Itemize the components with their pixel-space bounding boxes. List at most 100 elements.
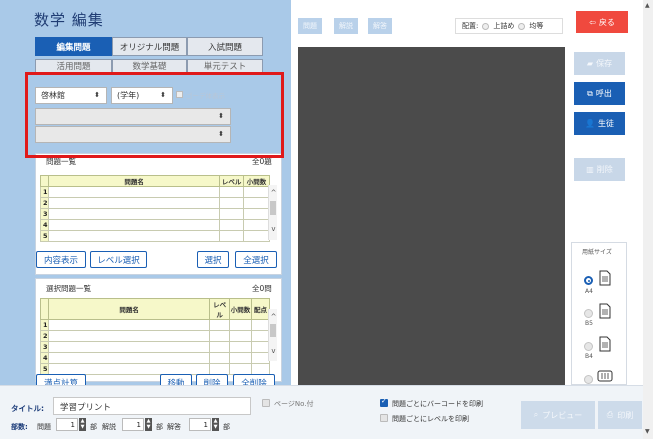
table-row[interactable]: 2 bbox=[40, 197, 270, 209]
select-button[interactable]: 選択 bbox=[197, 251, 229, 268]
student-button[interactable]: 👤 生徒 bbox=[574, 112, 625, 135]
paper-b4-radio[interactable] bbox=[584, 342, 593, 351]
page-scrollbar[interactable]: ▲ ▼ bbox=[643, 0, 653, 439]
load-button[interactable]: ⧉ 呼出 bbox=[574, 82, 625, 105]
document-icon bbox=[599, 336, 611, 352]
table-row[interactable]: 1 bbox=[40, 186, 270, 198]
scroll-up-icon[interactable]: ^ bbox=[269, 313, 278, 321]
tab-unit-test[interactable]: 単元テスト bbox=[187, 59, 263, 73]
user-icon: 👤 bbox=[585, 119, 595, 128]
tab-math-basics[interactable]: 数学基礎 bbox=[112, 59, 187, 73]
select-all-button[interactable]: 全選択 bbox=[235, 251, 277, 268]
column-header: 問題名 bbox=[47, 298, 211, 320]
problem-list-table: 問題名 レベル 小問数 1 2 3 4 5 bbox=[40, 175, 270, 242]
selected-list-table: 問題名 レベル 小問数 配点 1 2 3 4 5 bbox=[40, 298, 270, 375]
column-header: 配点 bbox=[251, 298, 270, 320]
paper-b5-label: B5 bbox=[585, 320, 593, 327]
problem-list-scrollbar[interactable]: ^ v bbox=[268, 185, 277, 240]
tab-practical-problems[interactable]: 活用問題 bbox=[35, 59, 112, 73]
paper-landscape-radio[interactable] bbox=[584, 375, 593, 384]
back-button-label: 戻る bbox=[598, 17, 615, 27]
table-row[interactable]: 3 bbox=[40, 208, 270, 220]
delete-side-button[interactable]: ▥ 削除 bbox=[574, 158, 625, 181]
layout-even-radio[interactable] bbox=[518, 22, 526, 30]
back-button[interactable]: ⇦ 戻る bbox=[576, 11, 628, 33]
layout-top-radio[interactable] bbox=[482, 22, 490, 30]
selected-list-count: 全0問 bbox=[252, 284, 272, 293]
scroll-up-icon[interactable]: ^ bbox=[269, 189, 278, 197]
row-number: 1 bbox=[40, 186, 49, 198]
problem-copies-stepper[interactable]: ▲ ▼ bbox=[79, 418, 86, 431]
scroll-down-icon[interactable]: v bbox=[269, 347, 278, 355]
scroll-down-icon[interactable]: ▼ bbox=[645, 428, 650, 435]
scroll-thumb[interactable] bbox=[270, 201, 276, 215]
table-row[interactable]: 2 bbox=[40, 330, 270, 342]
table-row[interactable]: 3 bbox=[40, 341, 270, 353]
tab-entrance-problems[interactable]: 入試問題 bbox=[187, 37, 263, 56]
document-icon bbox=[599, 303, 611, 319]
scroll-up-icon[interactable]: ▲ bbox=[645, 2, 650, 9]
save-icon: ▰ bbox=[586, 59, 594, 68]
row-number: 2 bbox=[40, 330, 49, 342]
paper-a4-radio[interactable] bbox=[584, 276, 593, 285]
landscape-document-icon bbox=[597, 370, 613, 382]
preview-area bbox=[298, 47, 565, 385]
table-row[interactable]: 4 bbox=[40, 352, 270, 364]
problem-copies-input[interactable]: 1 bbox=[56, 418, 78, 431]
paper-b5-radio[interactable] bbox=[584, 309, 593, 318]
copies-label: 部数: bbox=[11, 423, 28, 431]
level-print-checkbox[interactable] bbox=[380, 414, 388, 422]
answer-copies-input[interactable]: 1 bbox=[189, 418, 211, 431]
layout-options: 配置: 上詰め 均等 bbox=[455, 18, 563, 34]
content-display-button[interactable]: 内容表示 bbox=[36, 251, 86, 268]
page-no-label: ページNo.付 bbox=[274, 400, 314, 408]
paper-a4-label: A4 bbox=[585, 288, 593, 295]
column-header: 小問数 bbox=[229, 298, 253, 320]
table-row[interactable]: 5 bbox=[40, 363, 270, 375]
column-header: レベル bbox=[209, 298, 231, 320]
explanation-copies-label: 解説 bbox=[102, 423, 116, 431]
view-answer-button[interactable]: 解答 bbox=[368, 18, 392, 34]
tab-edit-problems[interactable]: 編集問題 bbox=[35, 37, 112, 56]
row-number: 5 bbox=[40, 363, 49, 375]
title-label: タイトル: bbox=[11, 404, 44, 413]
title-input[interactable]: 学習プリント bbox=[53, 397, 251, 415]
explanation-copies-input[interactable]: 1 bbox=[122, 418, 144, 431]
scroll-thumb[interactable] bbox=[270, 324, 276, 337]
paper-b4-label: B4 bbox=[585, 353, 593, 360]
view-explanation-button[interactable]: 解説 bbox=[334, 18, 358, 34]
table-row[interactable]: 5 bbox=[40, 230, 270, 242]
save-button[interactable]: ▰ 保存 bbox=[574, 52, 625, 75]
unit-label: 部 bbox=[156, 423, 163, 431]
page-no-checkbox[interactable] bbox=[262, 399, 270, 407]
back-icon: ⇦ bbox=[589, 17, 596, 27]
barcode-checkbox[interactable] bbox=[380, 397, 388, 407]
layout-label: 配置: bbox=[462, 22, 479, 30]
unit-label: 部 bbox=[223, 423, 230, 431]
table-row[interactable]: 4 bbox=[40, 219, 270, 231]
selected-list-scrollbar[interactable]: ^ v bbox=[268, 309, 277, 361]
layout-even-label: 均等 bbox=[529, 22, 544, 30]
save-button-label: 保存 bbox=[596, 59, 613, 68]
preview-button[interactable]: ⌕ プレビュー bbox=[521, 401, 595, 429]
answer-copies-stepper[interactable]: ▲ ▼ bbox=[212, 418, 219, 431]
view-problem-button[interactable]: 問題 bbox=[298, 18, 322, 34]
selected-list-title: 選択問題一覧 bbox=[46, 284, 91, 293]
answer-copies-label: 解答 bbox=[167, 423, 181, 431]
tab-original-problems[interactable]: オリジナル問題 bbox=[112, 37, 187, 56]
problem-copies-label: 問題 bbox=[37, 423, 51, 431]
print-button[interactable]: ⎙ 印刷 bbox=[598, 401, 642, 429]
scroll-down-icon[interactable]: v bbox=[269, 225, 278, 233]
document-icon bbox=[599, 270, 611, 286]
explanation-copies-stepper[interactable]: ▲ ▼ bbox=[145, 418, 152, 431]
search-icon: ⌕ bbox=[533, 410, 539, 419]
row-number: 2 bbox=[40, 197, 49, 209]
highlight-frame bbox=[25, 72, 284, 158]
table-row[interactable]: 1 bbox=[40, 319, 270, 331]
row-number: 3 bbox=[40, 208, 49, 220]
level-select-button[interactable]: レベル選択 bbox=[90, 251, 147, 268]
student-button-label: 生徒 bbox=[597, 119, 614, 128]
delete-side-label: 削除 bbox=[596, 165, 613, 174]
row-number: 5 bbox=[40, 230, 49, 242]
open-icon: ⧉ bbox=[587, 88, 593, 98]
